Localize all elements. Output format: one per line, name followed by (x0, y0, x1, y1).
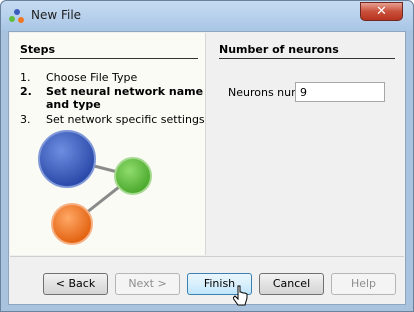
blue-node (38, 130, 96, 188)
mouse-cursor-icon (233, 285, 248, 306)
step-label: Choose File Type (46, 71, 138, 84)
dialog-body: Steps 1. Choose File Type 2. Set neural … (8, 31, 406, 305)
neurons-num-input[interactable] (295, 82, 385, 102)
window-title: New File (31, 8, 82, 22)
step-number: 1. (20, 71, 31, 84)
help-button[interactable]: Help (331, 273, 396, 295)
step-label: Set neural network name and type (46, 85, 204, 111)
app-icon (9, 8, 25, 24)
orange-node (51, 203, 93, 245)
button-separator (10, 256, 404, 257)
new-file-dialog: New File ✕ Steps 1. Choose File Type 2. … (0, 0, 414, 312)
green-node (114, 157, 152, 195)
steps-heading: Steps (20, 43, 56, 56)
neural-network-illustration (38, 130, 152, 245)
steps-divider (20, 58, 198, 59)
title-bar[interactable]: New File ✕ (1, 1, 413, 31)
cancel-button[interactable]: Cancel (259, 273, 324, 295)
close-button[interactable]: ✕ (360, 2, 403, 21)
steps-panel: Steps 1. Choose File Type 2. Set neural … (10, 33, 206, 255)
settings-panel: Number of neurons Neurons num (208, 33, 404, 255)
panel-divider (219, 58, 395, 59)
next-button[interactable]: Next > (115, 273, 180, 295)
panel-heading: Number of neurons (219, 43, 339, 56)
close-icon: ✕ (376, 4, 387, 19)
step-number: 2. (20, 85, 32, 98)
neurons-num-label: Neurons num (228, 86, 302, 99)
back-button[interactable]: < Back (43, 273, 108, 295)
